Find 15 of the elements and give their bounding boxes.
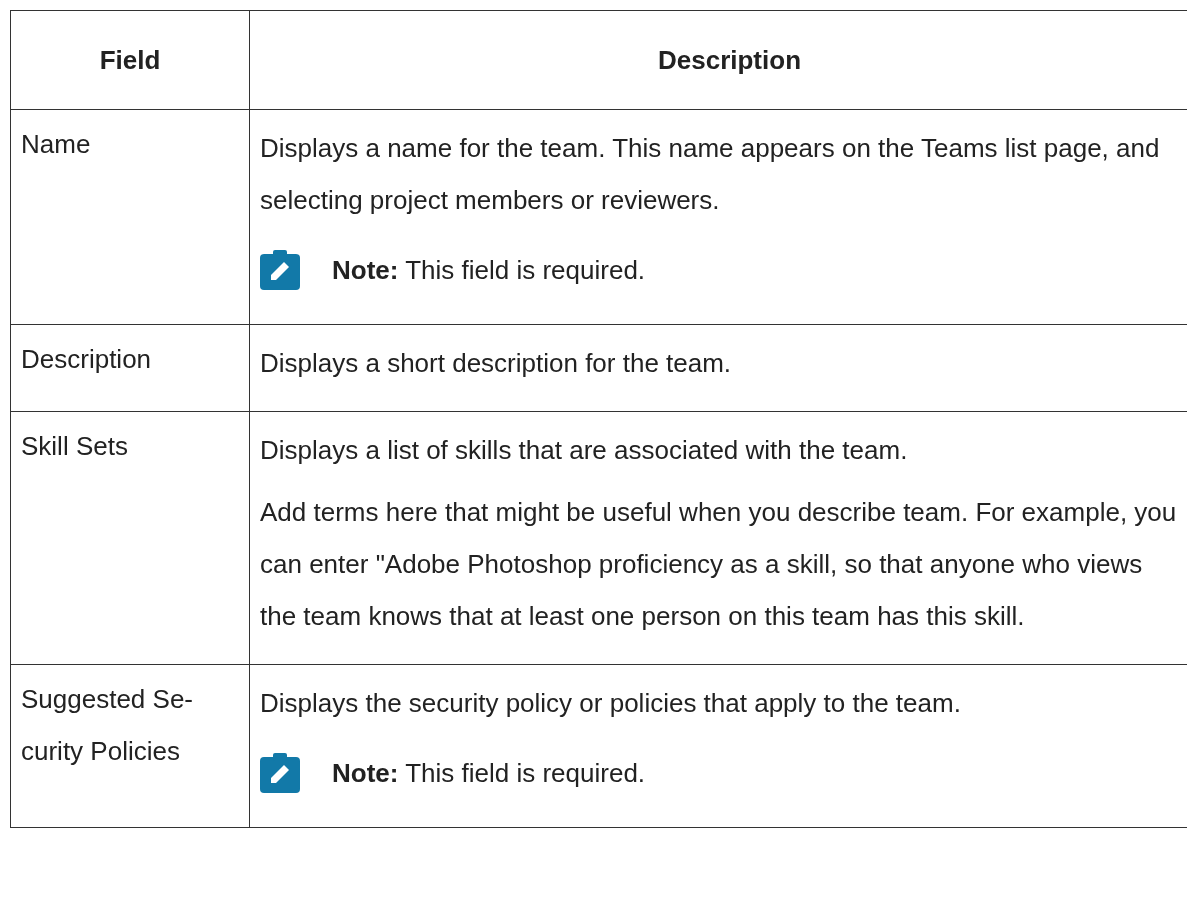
field-name: Name	[21, 128, 92, 161]
note-text: Note: This field is required.	[332, 254, 646, 287]
note-text: Note: This field is required.	[332, 757, 646, 790]
pencil-note-icon	[260, 753, 300, 793]
description-text: Displays a list of skills that are associated with the team.	[260, 434, 909, 467]
field-name: Skill Sets	[21, 430, 129, 463]
description-text: Displays a name for the team. This name appears on the Teams list page, and selecting project members or reviewers.	[260, 132, 1161, 217]
description-text: Displays a short description for the team.	[260, 347, 733, 380]
field-name: Description	[21, 343, 153, 376]
column-header: Field	[10, 10, 250, 110]
field-name: Suggested Se-curity Policies	[21, 683, 194, 768]
description-text: Add terms here that might be useful when you describe team. For example, you can enter "Adobe Photoshop proficiency as a skill, so that anyone who views the team knows that at least one person on this team has this skill.	[260, 496, 1178, 633]
description-text: Displays the security policy or policies that apply to the team.	[260, 687, 962, 720]
column-header: Description	[249, 10, 1187, 110]
pencil-note-icon	[260, 250, 300, 290]
